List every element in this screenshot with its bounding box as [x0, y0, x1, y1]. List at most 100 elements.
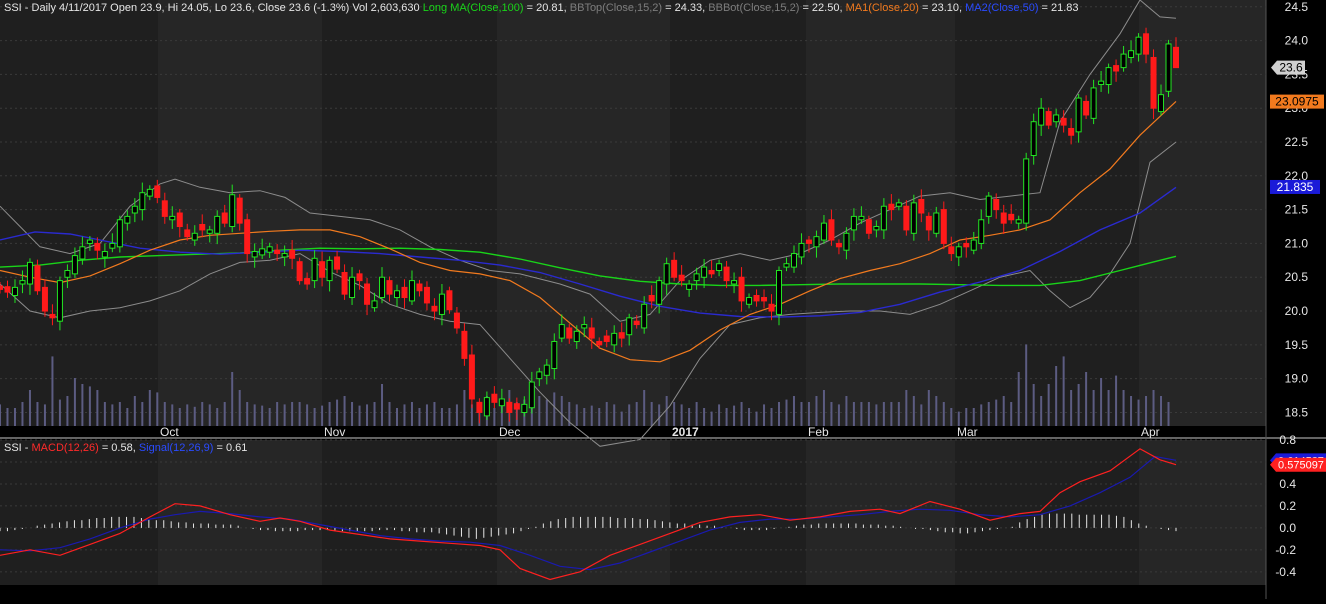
- volume-bar: [410, 402, 413, 426]
- volume-bar: [1100, 378, 1103, 426]
- volume-bar: [1002, 396, 1005, 426]
- ma50-legend-label: MA2(Close,50): [965, 2, 1039, 14]
- candle-body: [236, 197, 243, 224]
- volume-bar: [96, 390, 99, 426]
- price-tag-label: 23.6: [1279, 61, 1303, 75]
- candle-body: [843, 232, 850, 251]
- candle-body: [161, 200, 168, 217]
- volume-bar: [111, 404, 114, 426]
- candle-body: [543, 364, 550, 376]
- candle-body: [1135, 36, 1142, 55]
- candle-body: [94, 242, 101, 251]
- volume-bar: [208, 404, 211, 426]
- candle-body: [461, 330, 468, 359]
- volume-bar: [455, 404, 458, 426]
- candle-body: [304, 278, 311, 285]
- volume-bar: [1085, 372, 1088, 426]
- price-y-tick: 24.5: [1285, 0, 1309, 14]
- candle-body: [401, 286, 408, 299]
- candle-body: [813, 236, 820, 248]
- candle-body: [184, 229, 191, 238]
- volume-bar: [163, 402, 166, 426]
- volume-bar: [680, 404, 683, 426]
- volume-bar: [688, 408, 691, 426]
- candle-body: [611, 332, 618, 346]
- candle-body: [206, 229, 213, 234]
- volume-bar: [1017, 372, 1020, 426]
- price-y-tick: 18.5: [1285, 405, 1309, 419]
- volume-bar: [193, 406, 196, 426]
- candle-body: [408, 280, 415, 302]
- volume-bar: [81, 384, 84, 426]
- volume-bar: [987, 402, 990, 426]
- volume-bar: [852, 402, 855, 426]
- volume-bar: [1130, 396, 1133, 426]
- volume-bar: [905, 390, 908, 426]
- volume-bar: [575, 404, 578, 426]
- candle-body: [438, 293, 445, 315]
- macd-y-tick: -0.2: [1275, 543, 1296, 557]
- volume-bar: [897, 402, 900, 426]
- candle-body: [274, 249, 281, 255]
- candle-body: [910, 202, 917, 234]
- volume-bar: [425, 404, 428, 426]
- stock-chart: 18.519.019.520.020.521.021.522.022.523.0…: [0, 0, 1326, 599]
- volume-bar: [598, 408, 601, 426]
- macd-y-tick: -0.4: [1275, 565, 1296, 579]
- candle-body: [753, 294, 760, 302]
- volume-bar: [6, 408, 9, 426]
- volume-bar: [336, 399, 339, 426]
- volume-bar: [1077, 384, 1080, 426]
- volume-bar: [635, 402, 638, 426]
- candle-body: [948, 246, 955, 255]
- candle-body: [296, 261, 303, 282]
- volume-bar: [440, 408, 443, 426]
- candle-body: [708, 269, 715, 275]
- volume-bar: [433, 402, 436, 426]
- candle-body: [940, 209, 947, 244]
- volume-bar: [268, 408, 271, 426]
- candle-body: [678, 274, 685, 282]
- volume-bar: [927, 390, 930, 426]
- candle-body: [588, 327, 595, 339]
- volume-bar: [807, 402, 810, 426]
- candle-body: [1053, 114, 1060, 123]
- candle-body: [41, 286, 48, 312]
- volume-bar: [980, 404, 983, 426]
- volume-bar: [43, 404, 46, 426]
- candle-body: [693, 273, 700, 282]
- volume-bar: [133, 396, 136, 426]
- volume-bar: [28, 390, 31, 426]
- candle-body: [416, 283, 423, 292]
- volume-bar: [935, 396, 938, 426]
- candle-body: [985, 195, 992, 217]
- candle-body: [116, 219, 123, 248]
- candle-body: [468, 354, 475, 400]
- volume-bar: [538, 396, 541, 426]
- candle-body: [1030, 121, 1037, 157]
- candle-body: [963, 242, 970, 248]
- volume-bar: [748, 408, 751, 426]
- volume-bar: [815, 396, 818, 426]
- volume-bar: [875, 404, 878, 426]
- volume-bar: [965, 408, 968, 426]
- candle-body: [835, 242, 842, 248]
- volume-bar: [620, 411, 623, 426]
- candle-body: [603, 335, 610, 342]
- candle-body: [903, 205, 910, 231]
- volume-bar: [156, 392, 159, 426]
- candle-body: [738, 276, 745, 302]
- candle-body: [131, 205, 138, 214]
- candle-body: [281, 253, 288, 258]
- ma50-legend-value: = 21.83: [1038, 2, 1079, 14]
- candle-body: [49, 313, 56, 319]
- price-y-tick: 19.0: [1285, 372, 1309, 386]
- candle-body: [124, 215, 131, 224]
- signal-legend-value: = 0.61: [213, 442, 248, 454]
- volume-bar: [261, 405, 264, 426]
- volume-bar: [178, 408, 181, 426]
- candle-body: [1068, 127, 1075, 136]
- x-axis-label: Dec: [499, 425, 520, 439]
- candle-body: [865, 219, 872, 234]
- volume-bar: [822, 390, 825, 426]
